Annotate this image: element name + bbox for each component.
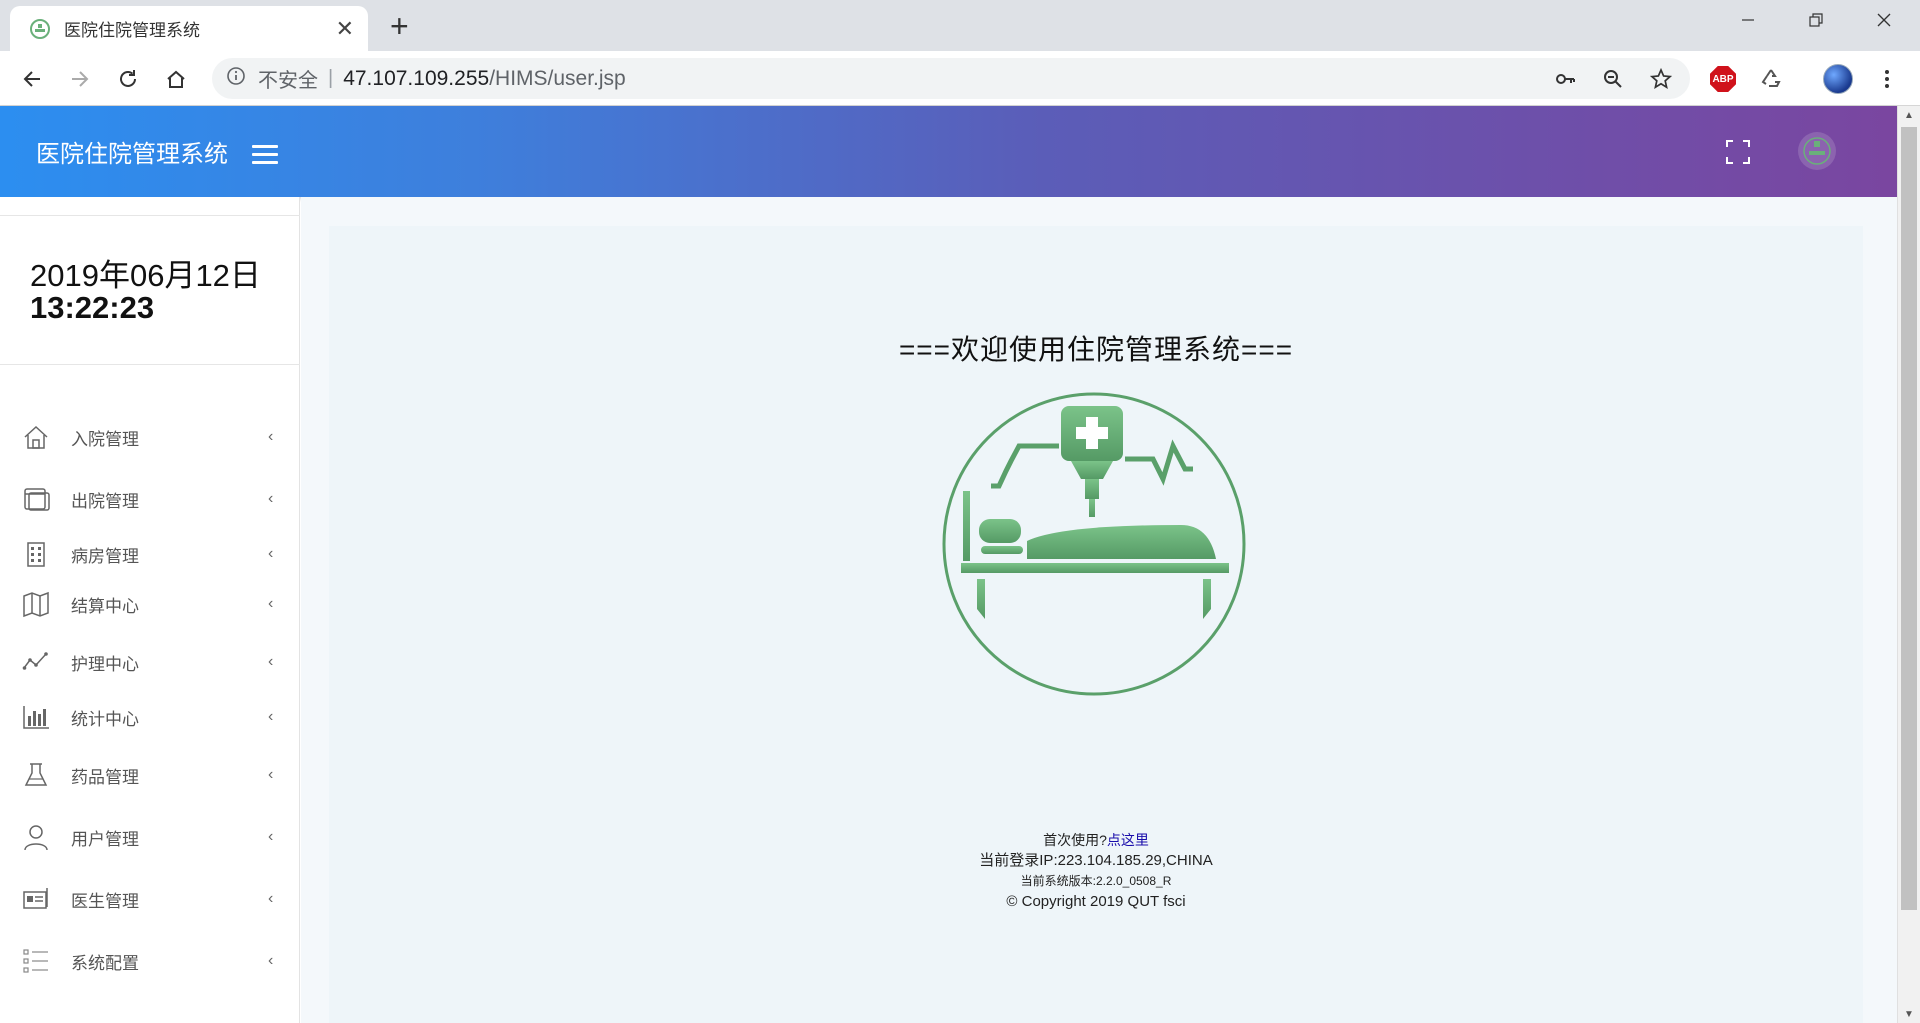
user-icon [22, 823, 50, 851]
profile-avatar[interactable] [1823, 64, 1853, 94]
login-ip-text: 当前登录IP:223.104.185.29,CHINA [979, 852, 1213, 869]
recycle-extension-icon[interactable] [1756, 64, 1786, 94]
address-bar[interactable]: 不安全 | 47.107.109.255 /HIMS/user.jsp [212, 58, 1690, 99]
sidebar-item-label: 病房管理 [71, 546, 139, 566]
sidebar-item-discharge[interactable]: 出院管理 ‹ [0, 479, 300, 519]
sidebar-item-nursing[interactable]: 护理中心 ‹ [0, 642, 300, 682]
browser-toolbar: 不安全 | 47.107.109.255 /HIMS/user.jsp ABP [0, 51, 1920, 106]
url-path: /HIMS/user.jsp [489, 66, 626, 90]
hospital-bed-logo-icon [942, 392, 1246, 696]
first-use-text: 首次使用? [1043, 832, 1107, 848]
key-icon[interactable] [1554, 58, 1576, 99]
hospital-favicon-icon [30, 18, 50, 39]
first-use-line: 首次使用?点这里 [329, 830, 1863, 850]
current-time: 13:22:23 [30, 290, 155, 325]
content-panel: ===欢迎使用住院管理系统=== 首次使用?点这里 当前登录IP:223.104… [329, 226, 1863, 1023]
sidebar-item-label: 护理中心 [71, 654, 139, 674]
sidebar-item-users[interactable]: 用户管理 ‹ [0, 817, 300, 857]
url-host: 47.107.109.255 [343, 66, 490, 90]
home-icon[interactable] [160, 63, 192, 95]
clock-widget: 2019年06月12日 13:22:23 [30, 258, 261, 325]
app-title[interactable]: 医院住院管理系统 [36, 134, 228, 169]
sidebar-item-label: 用户管理 [71, 829, 139, 849]
browser-tab[interactable]: 医院住院管理系统 ✕ [10, 6, 368, 51]
browser-tab-strip: 医院住院管理系统 ✕ + [0, 0, 1920, 51]
welcome-heading: ===欢迎使用住院管理系统=== [898, 334, 1294, 365]
building-icon [22, 540, 50, 568]
sidebar-item-label: 出院管理 [71, 491, 139, 511]
restore-window-icon[interactable] [1787, 0, 1845, 40]
sidebar-item-ward[interactable]: 病房管理 ‹ [0, 534, 300, 574]
sidebar-item-statistics[interactable]: 统计中心 ‹ [0, 697, 300, 737]
page-footer: 首次使用?点这里 当前登录IP:223.104.185.29,CHINA 当前系… [329, 830, 1863, 912]
id-card-icon [22, 885, 50, 913]
chevron-left-icon: ‹ [268, 653, 274, 670]
profile-icon [1823, 64, 1853, 94]
app-header: 医院住院管理系统 [0, 106, 1897, 197]
chevron-left-icon: ‹ [268, 595, 274, 612]
fullscreen-icon[interactable] [1725, 139, 1751, 165]
menu-toggle-icon[interactable] [252, 140, 278, 164]
browser-menu-icon[interactable] [1872, 64, 1902, 94]
user-avatar[interactable] [1798, 132, 1836, 170]
map-icon [22, 590, 50, 618]
sidebar-item-label: 入院管理 [71, 429, 139, 449]
chevron-left-icon: ‹ [268, 428, 274, 445]
scroll-up-arrow-icon[interactable]: ▲ [1898, 106, 1920, 124]
minimize-window-icon[interactable] [1719, 0, 1777, 40]
first-use-link[interactable]: 点这里 [1107, 832, 1149, 848]
sidebar-divider [0, 215, 300, 216]
forward-arrow-icon[interactable] [64, 63, 96, 95]
sidebar-divider [0, 364, 300, 365]
scroll-down-arrow-icon[interactable]: ▼ [1898, 1005, 1920, 1023]
chevron-left-icon: ‹ [268, 766, 274, 783]
new-tab-button[interactable]: + [390, 10, 409, 42]
bar-chart-icon [22, 703, 50, 731]
adblock-label: ABP [1710, 66, 1736, 92]
home-icon [22, 423, 50, 451]
sidebar-item-label: 医生管理 [71, 891, 139, 911]
info-icon[interactable] [226, 66, 246, 91]
zoom-out-icon[interactable] [1602, 58, 1624, 99]
line-chart-icon [22, 648, 50, 676]
adblock-extension-icon[interactable]: ABP [1708, 64, 1738, 94]
page-scrollbar[interactable]: ▲ ▼ [1897, 106, 1920, 1023]
chevron-left-icon: ‹ [268, 545, 274, 562]
sidebar-item-billing[interactable]: 结算中心 ‹ [0, 584, 300, 624]
chevron-left-icon: ‹ [268, 890, 274, 907]
chevron-left-icon: ‹ [268, 490, 274, 507]
current-date: 2019年06月12日 [30, 258, 261, 293]
sidebar-item-doctors[interactable]: 医生管理 ‹ [0, 879, 300, 919]
sidebar-item-label: 系统配置 [71, 953, 139, 973]
sidebar-item-label: 药品管理 [71, 767, 139, 787]
tab-close-icon[interactable]: ✕ [336, 17, 354, 40]
sidebar-item-label: 结算中心 [71, 596, 139, 616]
bookmark-star-icon[interactable] [1650, 58, 1672, 99]
back-arrow-icon[interactable] [16, 63, 48, 95]
flask-icon [22, 761, 50, 789]
security-label: 不安全 [258, 70, 318, 92]
list-icon [22, 947, 50, 975]
address-separator: | [328, 67, 334, 89]
tab-title: 医院住院管理系统 [64, 21, 200, 40]
version-text: 当前系统版本:2.2.0_0508_R [1020, 874, 1172, 888]
chevron-left-icon: ‹ [268, 828, 274, 845]
chevron-left-icon: ‹ [268, 708, 274, 725]
chevron-left-icon: ‹ [268, 952, 274, 969]
sidebar-item-label: 统计中心 [71, 709, 139, 729]
copyright-text: © Copyright 2019 QUT fsci [1006, 893, 1186, 910]
sidebar-item-admission[interactable]: 入院管理 ‹ [0, 417, 300, 457]
reload-icon[interactable] [112, 63, 144, 95]
sidebar-item-settings[interactable]: 系统配置 ‹ [0, 941, 300, 981]
close-window-icon[interactable] [1855, 0, 1913, 40]
scroll-thumb[interactable] [1901, 127, 1917, 910]
sidebar: 2019年06月12日 13:22:23 入院管理 ‹ 出院管理 ‹ 病房管理 … [0, 197, 300, 1023]
window-icon [22, 485, 50, 513]
sidebar-item-pharmacy[interactable]: 药品管理 ‹ [0, 755, 300, 795]
